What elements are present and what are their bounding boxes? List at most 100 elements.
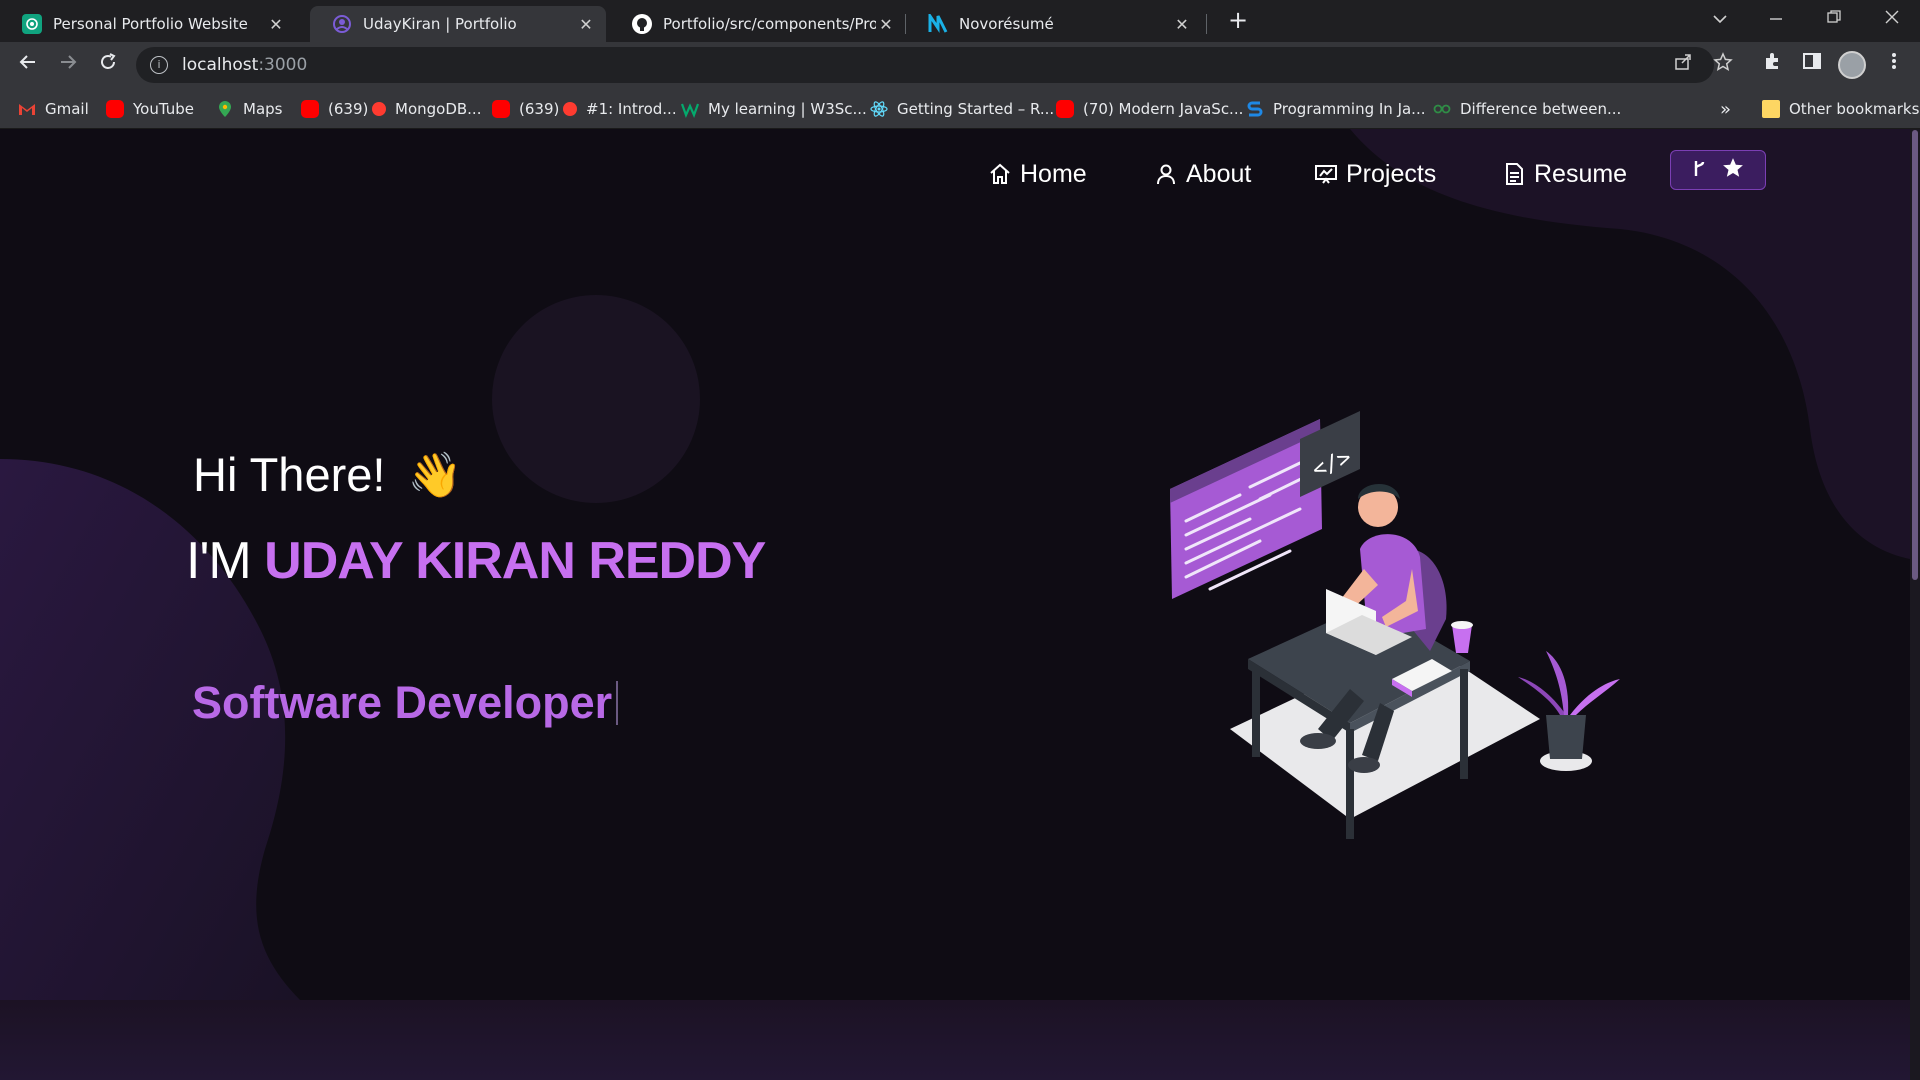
- forward-icon[interactable]: [52, 49, 84, 81]
- gfg-icon: [1433, 100, 1451, 118]
- hero-name: UDAY KIRAN REDDY: [264, 532, 766, 590]
- nav-label: Resume: [1534, 159, 1628, 188]
- document-icon: [1502, 162, 1526, 186]
- nav-resume[interactable]: Resume: [1502, 151, 1627, 197]
- profile-avatar[interactable]: [1838, 51, 1866, 79]
- nav-label: Projects: [1346, 159, 1437, 188]
- bookmark-star-icon[interactable]: [1710, 52, 1736, 78]
- bookmark-youtube-639[interactable]: (639): [301, 96, 368, 122]
- minimize-icon[interactable]: [1756, 4, 1796, 34]
- bookmark-mongodb[interactable]: MongoDB...: [372, 96, 481, 122]
- bookmark-programming-in-java[interactable]: Programming In Ja...: [1246, 96, 1425, 122]
- nav-home[interactable]: Home: [988, 151, 1087, 197]
- restore-icon[interactable]: [1814, 4, 1854, 34]
- address-bar[interactable]: i localhost:3000: [136, 47, 1714, 83]
- bookmark-gmail[interactable]: Gmail: [18, 96, 89, 122]
- typewriter-cursor: [616, 681, 619, 725]
- folder-icon: [1762, 100, 1780, 118]
- w3schools-icon: [680, 100, 700, 118]
- side-panel-icon[interactable]: [1796, 49, 1828, 81]
- close-icon[interactable]: ✕: [1172, 15, 1192, 34]
- gmail-icon: [18, 100, 36, 118]
- share-icon[interactable]: [1670, 52, 1696, 78]
- browser-toolbar: i localhost:3000: [0, 42, 1920, 88]
- bookmark-label: YouTube: [133, 100, 194, 118]
- url-host: localhost: [182, 55, 259, 75]
- browser-chrome: Personal Portfolio Website ✕ UdayKiran |…: [0, 0, 1920, 129]
- nav-label: Home: [1020, 159, 1087, 188]
- react-icon: [870, 100, 888, 118]
- reload-icon[interactable]: [92, 49, 124, 81]
- bookmark-label: Programming In Ja...: [1273, 100, 1426, 118]
- hero-greeting: Hi There! 👋: [193, 447, 462, 502]
- bookmark-modern-javascript[interactable]: (70) Modern JavaSc...: [1056, 96, 1243, 122]
- bookmark-label: (70) Modern JavaSc...: [1083, 100, 1244, 118]
- url-port: :3000: [258, 55, 308, 75]
- other-bookmarks[interactable]: Other bookmarks: [1762, 96, 1919, 122]
- bookmark-label: (639): [328, 100, 369, 118]
- nav-label: About: [1186, 159, 1252, 188]
- nav-projects[interactable]: Projects: [1314, 151, 1436, 197]
- nav-about[interactable]: About: [1154, 151, 1251, 197]
- hero-role-typewriter: Software Developer: [192, 677, 619, 729]
- tab-personal-portfolio[interactable]: Personal Portfolio Website ✕: [0, 6, 296, 42]
- tab-title: Personal Portfolio Website: [53, 15, 248, 33]
- back-icon[interactable]: [12, 49, 44, 81]
- tab-separator: [1206, 14, 1207, 34]
- maps-icon: [216, 100, 234, 118]
- bookmark-label: My learning | W3Sc...: [708, 100, 867, 118]
- tab-search-chevron-icon[interactable]: [1700, 4, 1740, 34]
- tab-github-portfolio[interactable]: Portfolio/src/components/Projec ✕: [610, 6, 906, 42]
- git-fork-icon: [1692, 158, 1706, 183]
- youtube-icon: [492, 100, 510, 118]
- developer-at-desk-illustration: </>: [1170, 411, 1620, 839]
- window-close-icon[interactable]: [1872, 4, 1912, 34]
- close-icon[interactable]: ✕: [876, 15, 896, 34]
- tab-title: Novorésumé: [959, 15, 1054, 33]
- bookmark-label: (639): [519, 100, 560, 118]
- star-icon: [1722, 157, 1744, 184]
- github-icon: [632, 14, 652, 34]
- chatgpt-icon: [22, 14, 42, 34]
- bookmark-label: MongoDB...: [395, 100, 482, 118]
- bookmark-label: #1: Introd...: [586, 100, 677, 118]
- greeting-text: Hi There!: [193, 448, 386, 501]
- bookmarks-bar: Gmail YouTube Maps (639) MongoDB... (639…: [0, 88, 1920, 129]
- tab-udaykiran-portfolio[interactable]: UdayKiran | Portfolio ✕: [310, 6, 606, 42]
- more-menu-icon[interactable]: [1878, 49, 1910, 81]
- user-icon: [1154, 162, 1178, 186]
- bookmark-youtube-639-2[interactable]: (639): [492, 96, 559, 122]
- tab-strip: Personal Portfolio Website ✕ UdayKiran |…: [0, 0, 1920, 42]
- more-bookmarks-button[interactable]: »: [1720, 96, 1731, 122]
- youtube-icon: [106, 100, 124, 118]
- bookmark-w3schools[interactable]: My learning | W3Sc...: [680, 96, 867, 122]
- novoresume-icon: [928, 14, 948, 34]
- close-icon[interactable]: ✕: [266, 15, 286, 34]
- tab-title: UdayKiran | Portfolio: [363, 15, 517, 33]
- bookmark-difference-between[interactable]: Difference between...: [1433, 96, 1621, 122]
- portfolio-page: Home About Projects Resume Hi There! 👋 I…: [0, 129, 1910, 1080]
- bookmark-maps[interactable]: Maps: [216, 96, 282, 122]
- waving-hand-icon: 👋: [407, 450, 463, 500]
- intro-prefix: I'M: [186, 532, 265, 590]
- home-icon: [988, 162, 1012, 186]
- close-icon[interactable]: ✕: [576, 15, 596, 34]
- bookmark-label: Difference between...: [1460, 100, 1622, 118]
- s-icon: [1246, 100, 1264, 118]
- youtube-icon: [301, 100, 319, 118]
- scrollbar-thumb[interactable]: [1912, 130, 1918, 580]
- bookmark-label: Maps: [243, 100, 283, 118]
- bookmark-youtube[interactable]: YouTube: [106, 96, 194, 122]
- record-icon: [563, 102, 577, 116]
- projects-icon: [1314, 162, 1338, 186]
- site-info-icon[interactable]: i: [150, 56, 168, 74]
- tab-novoresume[interactable]: Novorésumé ✕: [906, 6, 1202, 42]
- bookmark-label: Getting Started – R...: [897, 100, 1055, 118]
- bookmark-react[interactable]: Getting Started – R...: [870, 96, 1054, 122]
- bookmark-label: Other bookmarks: [1789, 100, 1920, 118]
- new-tab-button[interactable]: +: [1220, 6, 1256, 36]
- bookmark-intro[interactable]: #1: Introd...: [563, 96, 677, 122]
- extensions-icon[interactable]: [1756, 49, 1788, 81]
- github-fork-star-button[interactable]: [1670, 150, 1766, 190]
- youtube-icon: [1056, 100, 1074, 118]
